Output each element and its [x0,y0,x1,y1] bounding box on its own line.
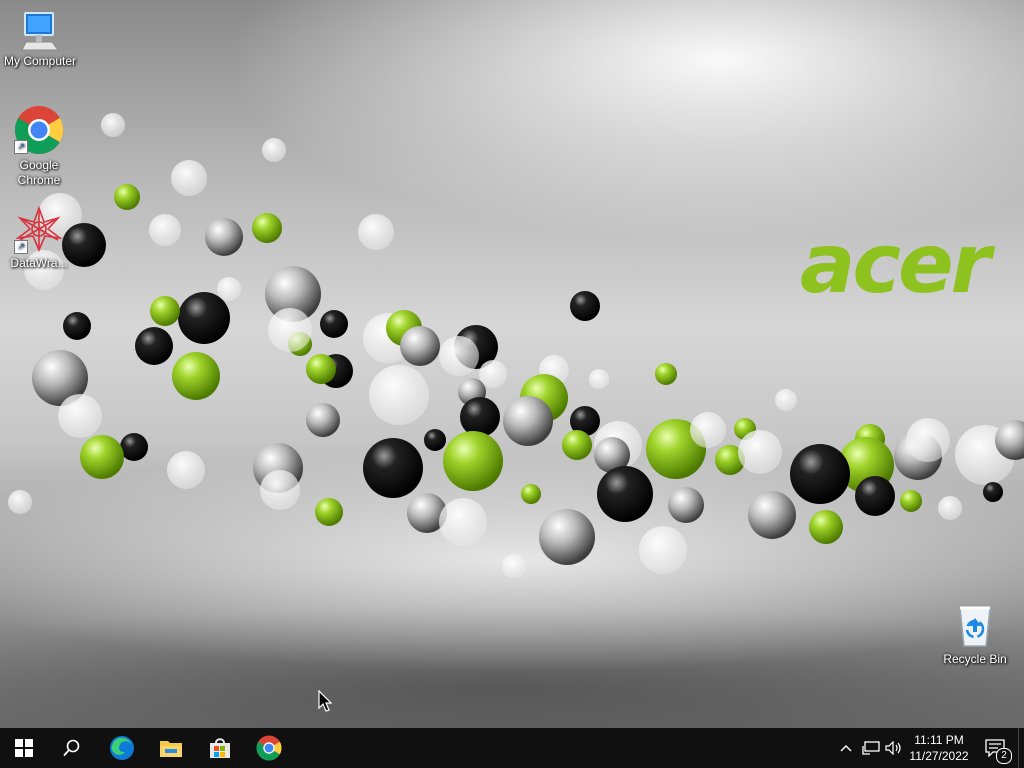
shortcut-arrow-icon: ↗ [14,140,28,154]
start-button[interactable] [0,728,48,768]
computer-icon [21,12,59,51]
acer-logo: acer [800,226,999,306]
shortcut-arrow-icon: ↗ [14,240,28,254]
windows-start-icon [15,739,33,757]
notification-center-button[interactable]: 2 [978,728,1012,768]
search-button[interactable] [48,728,96,768]
tray-clock[interactable]: 11:11 PM 11/27/2022 [904,728,974,768]
notification-badge: 2 [996,748,1012,764]
taskbar-file-explorer-button[interactable] [147,728,195,768]
desktop-icon-label: Recycle Bin [943,652,1007,666]
taskbar: 11:11 PM 11/27/2022 2 [0,728,1024,768]
network-icon [862,741,880,755]
desktop-icon-google-chrome[interactable]: ↗ Google Chrome [0,104,78,188]
clock-date: 11/27/2022 [909,749,969,763]
recycle-bin-icon [959,606,991,647]
file-explorer-icon [160,741,182,757]
chrome-icon [256,735,282,761]
tray-volume-button[interactable] [883,728,905,768]
tray-overflow-button[interactable] [836,728,856,768]
taskbar-chrome-button[interactable] [245,728,293,768]
desktop-icon-my-computer[interactable]: My Computer [0,10,80,69]
bubble-group [8,113,1024,578]
desktop-icon-datawrapper[interactable]: ↗ DataWra... [0,206,78,271]
edge-icon [110,736,134,760]
desktop-icon-label: My Computer [3,54,77,68]
desktop-icon-recycle-bin[interactable]: Recycle Bin [935,602,1015,667]
desktop: acer My Computer ↗ Google Chrome ↗ DataW… [0,0,1024,728]
wallpaper-bubbles [8,113,1024,578]
desktop-icon-label: Google Chrome [17,158,61,187]
svg-text:acer: acer [800,226,996,306]
taskbar-store-button[interactable] [196,728,244,768]
volume-icon [885,741,901,755]
desktop-icon-label: DataWra... [10,256,68,270]
clock-time: 11:11 PM [914,733,964,747]
taskbar-edge-button[interactable] [98,728,146,768]
chevron-up-icon [840,745,852,752]
store-icon [210,738,230,758]
tray-network-button[interactable] [860,728,882,768]
mouse-cursor-icon [318,690,332,712]
search-icon [63,739,80,757]
show-desktop-button[interactable] [1018,728,1024,768]
